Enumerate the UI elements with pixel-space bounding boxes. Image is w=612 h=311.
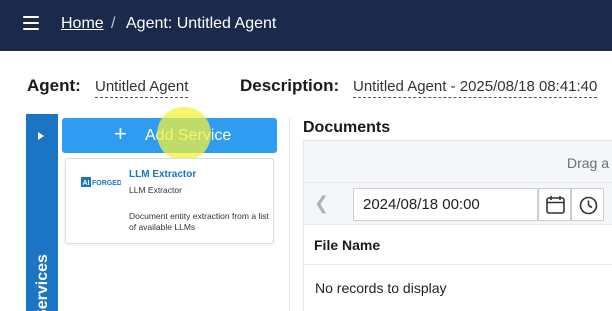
breadcrumb-separator: / (111, 15, 116, 32)
svg-text:FORGED: FORGED (92, 180, 121, 187)
no-records-text: No records to display (315, 280, 447, 296)
file-name-header-label: File Name (314, 237, 381, 253)
documents-panel: Drag a ❮ File Name No records to display (303, 140, 612, 311)
service-card-description: Document entity extraction from a list o… (129, 211, 269, 232)
date-filter-input[interactable] (353, 188, 538, 221)
breadcrumb-current: Agent: Untitled Agent (126, 15, 277, 32)
time-button[interactable] (571, 188, 604, 221)
hamburger-icon[interactable] (23, 16, 39, 32)
agent-name-field[interactable]: Untitled Agent (95, 78, 189, 98)
service-card-subtitle: LLM Extractor (129, 185, 182, 195)
services-tab-label: Services (34, 254, 51, 311)
agent-name-label: Agent: (27, 76, 81, 95)
services-panel-toggle[interactable]: Services (26, 114, 58, 311)
agent-description-label: Description: (240, 76, 340, 95)
document-drop-zone[interactable]: Drag a (304, 141, 612, 183)
top-nav-bar: Home / Agent: Untitled Agent (0, 0, 612, 51)
add-service-button[interactable]: + Add Service (62, 118, 277, 153)
service-card-title: LLM Extractor (129, 169, 197, 180)
caret-right-icon (38, 132, 44, 140)
service-card-llm-extractor[interactable]: AI FORGED LLM Extractor LLM Extractor Do… (65, 158, 274, 244)
aiforged-logo: AI FORGED (81, 177, 121, 187)
add-service-label: Add Service (145, 127, 232, 144)
calendar-button[interactable] (538, 188, 571, 221)
documents-title: Documents (303, 119, 391, 136)
clock-icon (579, 196, 598, 215)
breadcrumb-home-link[interactable]: Home (61, 15, 104, 33)
plus-icon: + (114, 121, 127, 146)
chevron-left-icon[interactable]: ❮ (314, 193, 329, 214)
agent-description-field[interactable]: Untitled Agent - 2025/08/18 08:41:40 (353, 78, 598, 98)
drop-zone-text: Drag a (567, 155, 610, 171)
empty-table-message: No records to display (304, 265, 612, 311)
svg-text:AI: AI (83, 180, 90, 187)
calendar-icon (546, 196, 565, 214)
panel-divider (289, 118, 290, 311)
date-filter-bar: ❮ (304, 183, 612, 225)
file-name-column-header[interactable]: File Name (304, 225, 612, 265)
